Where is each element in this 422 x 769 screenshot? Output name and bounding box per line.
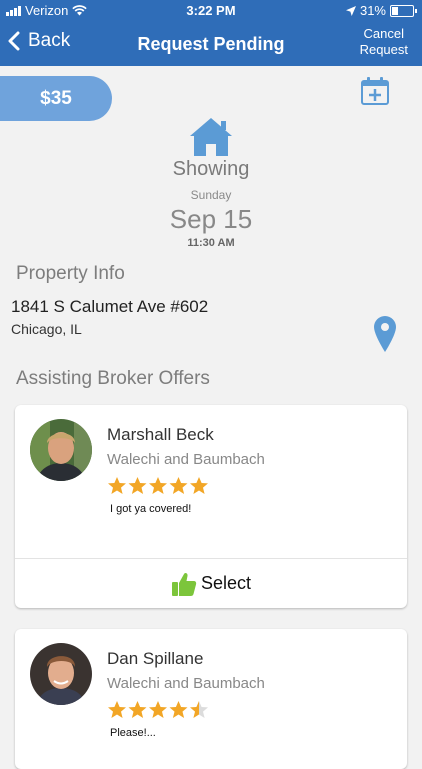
status-bar: Verizon 3:22 PM 31% <box>0 0 422 22</box>
request-date: Sep 15 <box>169 204 253 234</box>
broker-comment: Please!... <box>110 727 156 739</box>
cancel-label-line2: Request <box>359 42 408 57</box>
property-info-heading: Property Info <box>16 263 125 284</box>
select-broker-button[interactable]: Select <box>15 559 407 608</box>
star-icon <box>169 701 188 718</box>
broker-offer-card: Dan Spillane Walechi and Baumbach Please… <box>15 629 407 769</box>
nav-bar: Back Request Pending Cancel Request <box>0 22 422 66</box>
map-pin-icon[interactable] <box>374 316 396 352</box>
request-day: Sunday <box>190 188 232 202</box>
star-icon <box>149 701 167 718</box>
star-icon <box>190 477 208 494</box>
star-icon <box>128 477 147 494</box>
broker-firm: Walechi and Baumbach <box>107 675 265 692</box>
broker-avatar <box>30 643 92 705</box>
request-type: Showing <box>172 158 250 180</box>
calendar-add-icon[interactable] <box>360 76 390 106</box>
broker-avatar <box>30 419 92 481</box>
address-line-1: 1841 S Calumet Ave #602 <box>11 297 209 316</box>
broker-offer-card: Marshall Beck Walechi and Baumbach I got… <box>15 405 407 608</box>
battery-icon <box>390 4 417 17</box>
star-icon <box>108 701 126 718</box>
star-icon <box>108 477 126 494</box>
request-time: 11:30 AM <box>187 237 235 249</box>
cancel-label-line1: Cancel <box>363 26 405 41</box>
broker-name: Dan Spillane <box>107 649 204 668</box>
star-rating <box>107 699 227 726</box>
location-arrow-icon <box>345 5 356 16</box>
broker-comment: I got ya covered! <box>110 503 192 515</box>
broker-name: Marshall Beck <box>107 425 214 444</box>
house-icon <box>190 118 232 156</box>
broker-firm: Walechi and Baumbach <box>107 451 265 468</box>
star-icon <box>169 477 188 494</box>
broker-offers-heading: Assisting Broker Offers <box>16 368 210 389</box>
cancel-request-button[interactable]: Cancel Request <box>360 26 408 58</box>
address-line-2: Chicago, IL <box>11 321 82 337</box>
star-rating <box>107 475 227 502</box>
thumbs-up-icon <box>171 572 197 596</box>
star-icon <box>190 701 208 718</box>
price-badge: $35 <box>0 76 112 121</box>
star-icon <box>149 477 167 494</box>
select-label: Select <box>200 573 252 593</box>
battery-percent: 31% <box>359 3 386 18</box>
star-icon <box>128 701 147 718</box>
